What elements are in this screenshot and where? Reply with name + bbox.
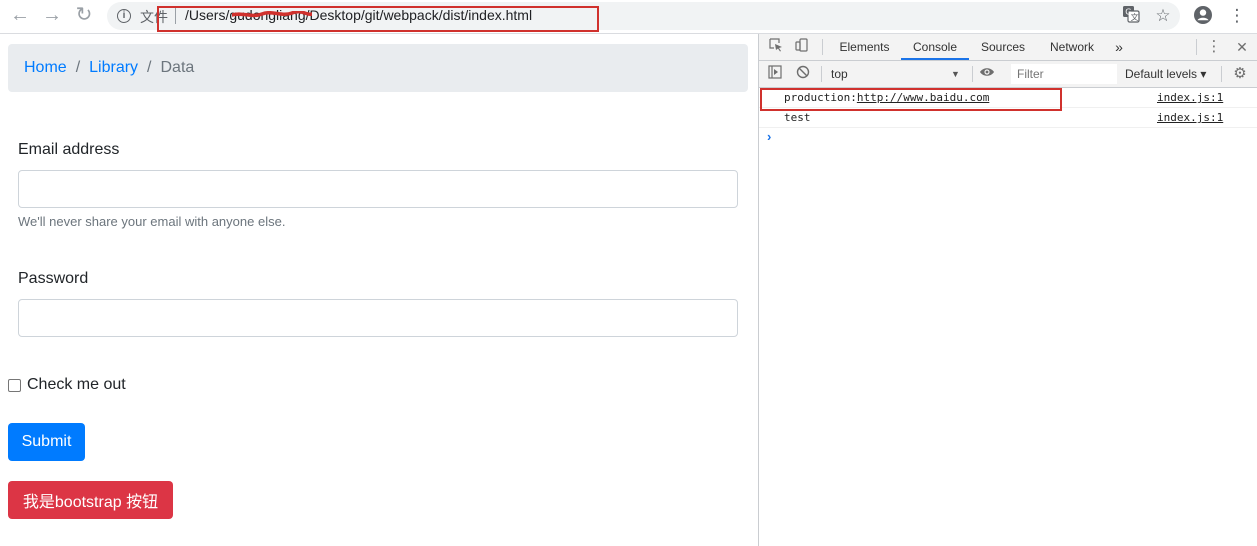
breadcrumb-separator: /: [147, 59, 152, 76]
info-icon[interactable]: i: [117, 9, 131, 23]
tab-sources[interactable]: Sources: [973, 34, 1033, 60]
devtools-separator: [1196, 39, 1197, 55]
forward-arrow-icon[interactable]: →: [40, 4, 64, 28]
bootstrap-danger-button[interactable]: 我是bootstrap 按钮: [8, 481, 173, 519]
tab-console[interactable]: Console: [901, 34, 969, 60]
breadcrumb-home[interactable]: Home: [24, 59, 67, 77]
chevron-down-icon[interactable]: ▼: [951, 66, 960, 82]
breadcrumb: Home / Library / Data: [8, 44, 748, 92]
check-me-out-label[interactable]: Check me out: [27, 376, 126, 394]
back-arrow-icon[interactable]: ←: [8, 4, 32, 28]
devtools-separator: [972, 66, 973, 82]
check-me-out-checkbox[interactable]: [8, 378, 21, 392]
kebab-menu-icon[interactable]: ⋮: [1226, 5, 1248, 27]
close-icon[interactable]: ✕: [1233, 38, 1251, 56]
star-icon[interactable]: ☆: [1152, 5, 1174, 27]
tab-elements[interactable]: Elements: [833, 34, 896, 60]
devtools-separator: [821, 66, 822, 82]
reload-icon[interactable]: ↻: [72, 4, 96, 28]
device-toolbar-icon[interactable]: [793, 38, 811, 56]
gear-icon[interactable]: ⚙: [1231, 65, 1249, 83]
password-label: Password: [18, 270, 89, 287]
email-help-text: We'll never share your email with anyone…: [18, 214, 286, 229]
log-levels-dropdown[interactable]: Default levels ▾: [1125, 66, 1206, 82]
more-tabs-icon[interactable]: »: [1109, 34, 1129, 60]
console-annotation-box: [760, 88, 1062, 111]
devtools-separator: [822, 39, 823, 55]
console-source-link[interactable]: index.js:1: [1157, 88, 1223, 107]
account-icon[interactable]: [1192, 5, 1214, 27]
breadcrumb-separator: /: [75, 59, 81, 76]
devtools-menu-icon[interactable]: ⋮: [1205, 38, 1223, 56]
breadcrumb-library[interactable]: Library: [89, 59, 138, 77]
devtools-panel: Elements Console Sources Network » ⋮ ✕ t…: [758, 34, 1257, 546]
email-label: Email address: [18, 141, 120, 158]
console-prompt-icon[interactable]: ›: [767, 129, 771, 144]
clear-console-icon[interactable]: [794, 65, 812, 83]
filter-input[interactable]: [1011, 64, 1117, 84]
eye-icon[interactable]: [978, 65, 996, 83]
url-annotation-box: [157, 6, 599, 32]
console-toolbar: top ▼ Default levels ▾ ⚙: [759, 61, 1257, 88]
submit-button[interactable]: Submit: [8, 423, 85, 461]
context-selector[interactable]: top: [831, 66, 961, 82]
check-me-out-row[interactable]: Check me out: [8, 376, 126, 394]
inspect-element-icon[interactable]: [767, 38, 785, 56]
console-log-row: test index.js:1: [759, 108, 1257, 128]
svg-text:文: 文: [1131, 12, 1139, 22]
devtools-tab-bar: Elements Console Sources Network » ⋮ ✕: [759, 34, 1257, 61]
browser-toolbar: ← → ↻ i 文件 /Users/gudongliang/Desktop/gi…: [0, 0, 1257, 34]
console-source-link[interactable]: index.js:1: [1157, 108, 1223, 127]
tab-network[interactable]: Network: [1041, 34, 1103, 60]
password-field[interactable]: [18, 299, 738, 337]
show-sidebar-icon[interactable]: [766, 65, 784, 83]
translate-icon[interactable]: G 文: [1120, 5, 1142, 27]
breadcrumb-current: Data: [160, 59, 195, 76]
email-field[interactable]: [18, 170, 738, 208]
devtools-separator: [1221, 66, 1222, 82]
